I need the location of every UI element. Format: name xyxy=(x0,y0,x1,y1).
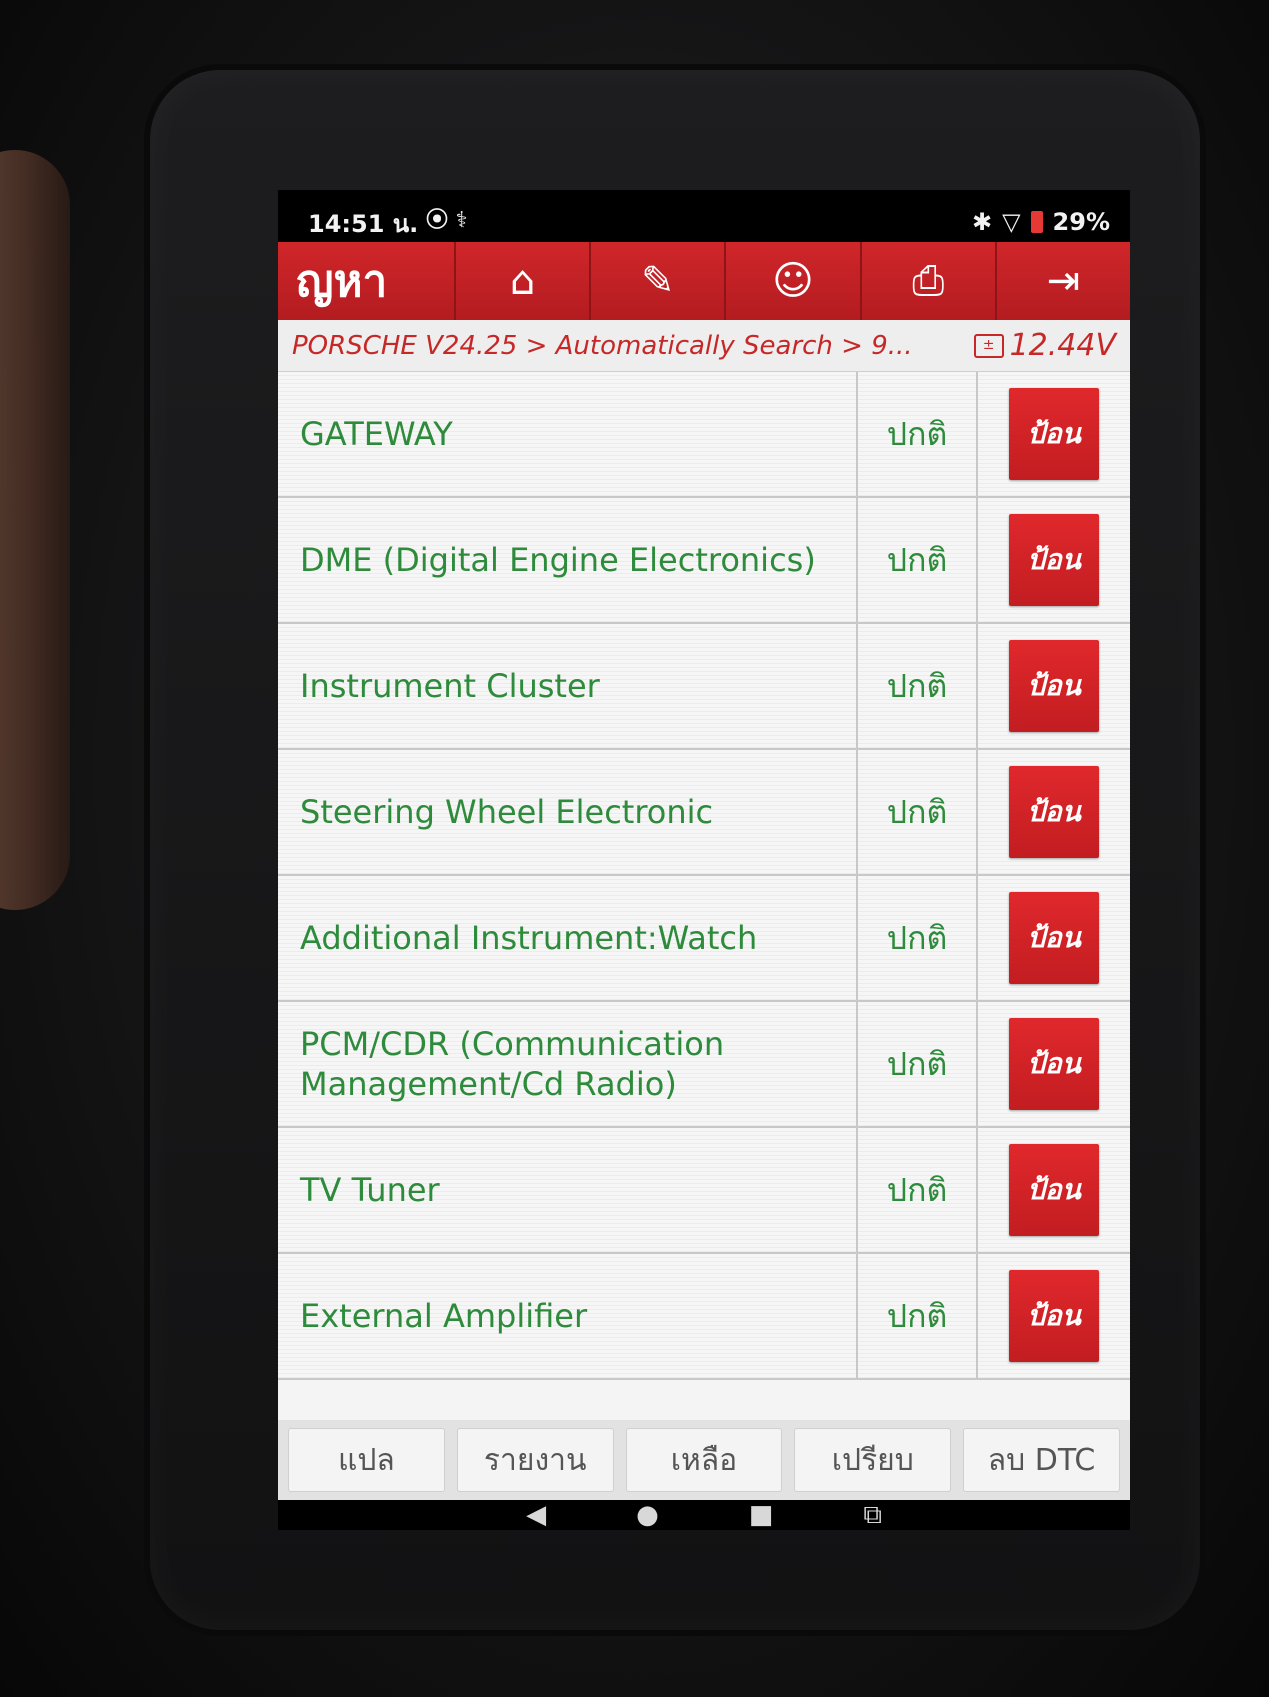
system-name: TV Tuner xyxy=(278,1128,858,1252)
battery-level: 29% xyxy=(1052,208,1110,236)
edit-button[interactable]: ✎ xyxy=(589,242,724,320)
system-status: ปกติ xyxy=(858,1128,978,1252)
translate-button[interactable]: แปล xyxy=(288,1428,445,1492)
system-row: TV Tuner ปกติ ป้อน xyxy=(278,1128,1130,1254)
system-row: DME (Digital Engine Electronics) ปกติ ป้… xyxy=(278,498,1130,624)
print-button[interactable]: ⎙ xyxy=(859,242,995,320)
exit-icon: ⇥ xyxy=(1046,258,1081,304)
system-row: External Amplifier ปกติ ป้อน xyxy=(278,1254,1130,1380)
bluetooth-icon: ✱ xyxy=(971,208,993,236)
voltage-readout: ± 12.44V xyxy=(973,328,1116,363)
system-status: ปกติ xyxy=(858,498,978,622)
breadcrumb-path: PORSCHE V24.25 > Automatically Search > … xyxy=(292,330,913,361)
exit-button[interactable]: ⇥ xyxy=(994,242,1130,320)
system-name: DME (Digital Engine Electronics) xyxy=(278,498,858,622)
remaining-button[interactable]: เหลือ xyxy=(625,1428,783,1492)
system-status: ปกติ xyxy=(858,1254,978,1378)
enter-system-button[interactable]: ป้อน xyxy=(1009,514,1099,606)
battery-icon xyxy=(1030,211,1043,233)
system-row: Steering Wheel Electronic ปกติ ป้อน xyxy=(278,750,1130,876)
enter-system-button[interactable]: ป้อน xyxy=(1009,1018,1099,1110)
top-toolbar: ญหา ⌂ ✎ ☺ ⎙ ⇥ xyxy=(278,242,1130,320)
enter-system-button[interactable]: ป้อน xyxy=(1009,388,1099,480)
system-name: Steering Wheel Electronic xyxy=(278,750,858,874)
row-action: ป้อน xyxy=(978,1002,1130,1126)
system-name: External Amplifier xyxy=(278,1254,858,1378)
system-status: ปกติ xyxy=(858,750,978,874)
battery-voltage-icon: ± xyxy=(973,333,1004,358)
voltage-value: 12.44V xyxy=(1009,328,1116,363)
system-row: Additional Instrument:Watch ปกติ ป้อน xyxy=(278,876,1130,1002)
enter-system-button[interactable]: ป้อน xyxy=(1009,1144,1099,1236)
device-screen: 14:51 น. ⦿ ⚕ ✱ ▽ 29% ญหา ⌂ ✎ ☺ ⎙ ⇥ PORSC… xyxy=(278,190,1130,1530)
system-name: PCM/CDR (Communication Management/Cd Rad… xyxy=(278,1002,858,1126)
support-button[interactable]: ☺ xyxy=(724,242,859,320)
row-action: ป้อน xyxy=(978,624,1130,748)
system-row: Instrument Cluster ปกติ ป้อน xyxy=(278,624,1130,750)
enter-system-button[interactable]: ป้อน xyxy=(1009,766,1099,858)
system-row: GATEWAY ปกติ ป้อน xyxy=(278,372,1130,498)
system-status: ปกติ xyxy=(858,1002,978,1126)
system-status: ปกติ xyxy=(858,624,978,748)
recents-icon[interactable]: ■ xyxy=(749,1500,774,1530)
function-bar: แปล รายงาน เหลือ เปรียบ ลบ DTC xyxy=(278,1420,1130,1500)
home-icon: ⌂ xyxy=(509,258,536,304)
system-row: PCM/CDR (Communication Management/Cd Rad… xyxy=(278,1002,1130,1128)
edit-icon: ✎ xyxy=(641,258,675,304)
row-action: ป้อน xyxy=(978,1128,1130,1252)
holding-finger xyxy=(0,150,70,910)
system-name: Additional Instrument:Watch xyxy=(278,876,858,1000)
row-action: ป้อน xyxy=(978,498,1130,622)
row-action: ป้อน xyxy=(978,750,1130,874)
system-status: ปกติ xyxy=(858,876,978,1000)
home-button[interactable]: ⌂ xyxy=(454,242,589,320)
print-icon: ⎙ xyxy=(912,258,945,304)
compare-button[interactable]: เปรียบ xyxy=(794,1428,952,1492)
system-name: GATEWAY xyxy=(278,372,858,496)
row-action: ป้อน xyxy=(978,1254,1130,1378)
status-time: 14:51 น. xyxy=(308,210,419,238)
back-icon[interactable]: ◀ xyxy=(526,1500,546,1530)
row-action: ป้อน xyxy=(978,876,1130,1000)
status-notification-icons: ⦿ ⚕ xyxy=(426,208,468,233)
android-nav-bar: ◀ ● ■ ⧉ xyxy=(278,1500,1130,1530)
row-action: ป้อน xyxy=(978,372,1130,496)
breadcrumb: PORSCHE V24.25 > Automatically Search > … xyxy=(278,320,1130,372)
report-button[interactable]: รายงาน xyxy=(456,1428,614,1492)
system-status: ปกติ xyxy=(858,372,978,496)
clear-dtc-button[interactable]: ลบ DTC xyxy=(963,1428,1120,1492)
system-name: Instrument Cluster xyxy=(278,624,858,748)
home-nav-icon[interactable]: ● xyxy=(636,1500,659,1530)
enter-system-button[interactable]: ป้อน xyxy=(1009,640,1099,732)
system-list[interactable]: GATEWAY ปกติ ป้อน DME (Digital Engine El… xyxy=(278,372,1130,1420)
status-right: ✱ ▽ 29% xyxy=(972,208,1110,236)
screenshot-icon[interactable]: ⧉ xyxy=(863,1500,882,1531)
enter-system-button[interactable]: ป้อน xyxy=(1009,1270,1099,1362)
page-title: ญหา xyxy=(296,256,388,307)
enter-system-button[interactable]: ป้อน xyxy=(1009,892,1099,984)
status-bar: 14:51 น. ⦿ ⚕ ✱ ▽ 29% xyxy=(278,190,1130,242)
wifi-icon: ▽ xyxy=(1002,208,1021,236)
support-icon: ☺ xyxy=(772,258,814,304)
